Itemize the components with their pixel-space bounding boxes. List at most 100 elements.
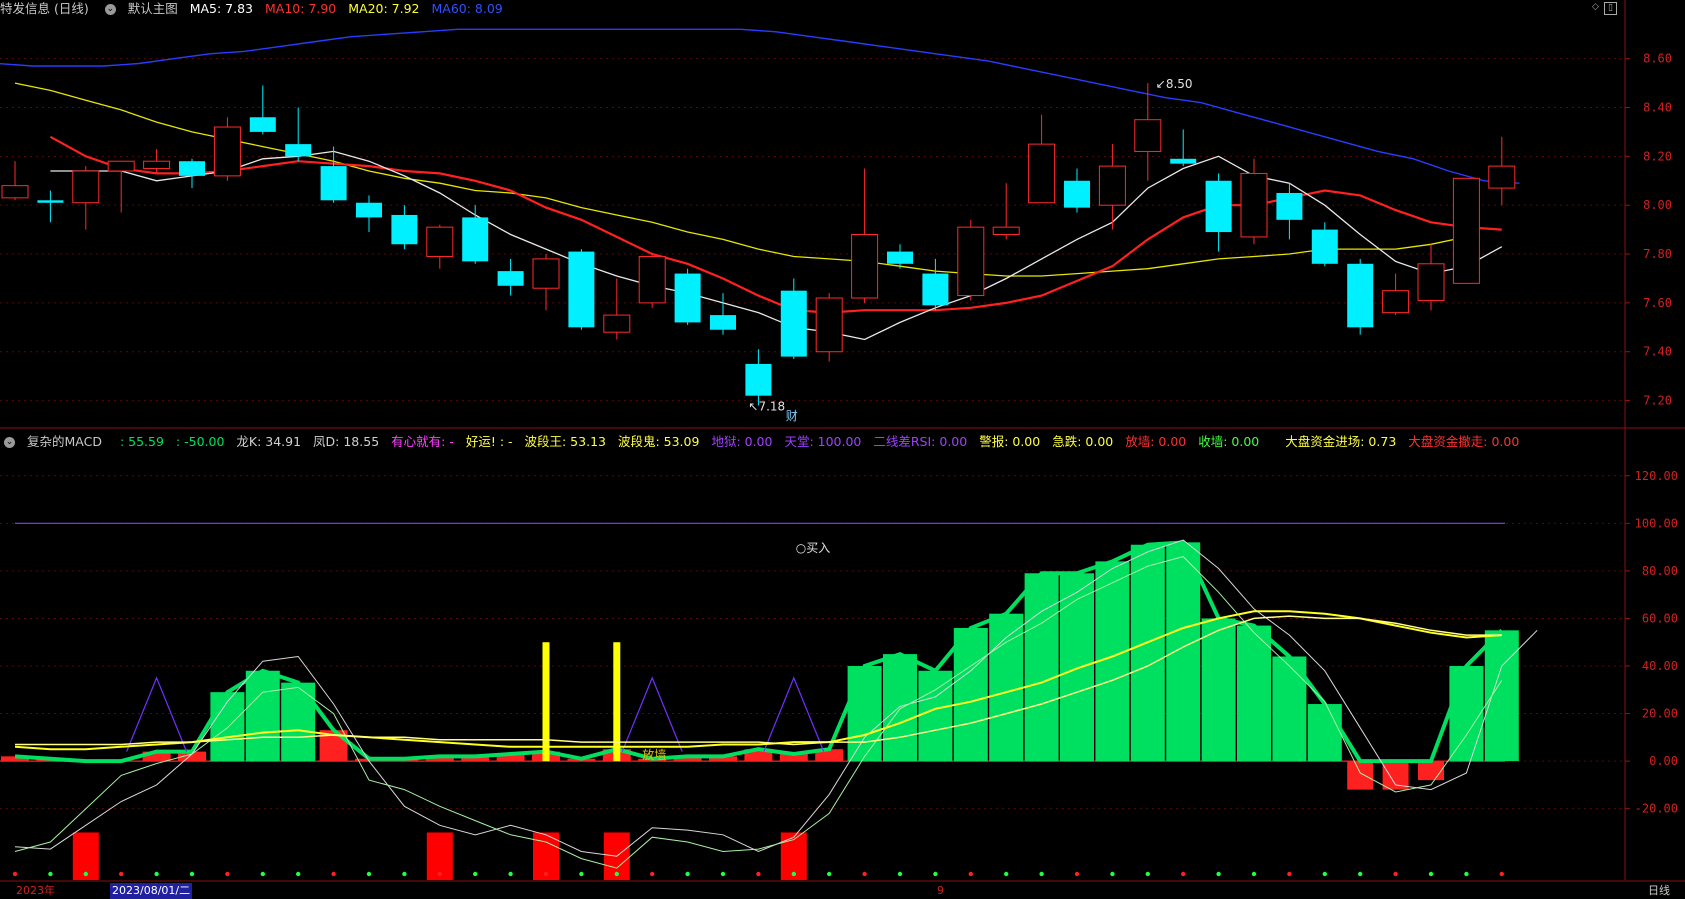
price-tick-label: 8.00 (1643, 198, 1672, 212)
signal-dot (331, 871, 336, 877)
signal-dot (154, 871, 159, 877)
ind-item: : -50.00 (175, 434, 225, 449)
indicator-header: ⌄ 复杂的MACD : 55.59 : -50.00 龙K: 34.91 凤D:… (0, 433, 1527, 451)
ind-item: 龙K: 34.91 (236, 434, 302, 449)
macd-bar (1130, 544, 1165, 762)
candle-body-up (603, 314, 631, 333)
signal-dot (543, 871, 549, 877)
spike-bar (613, 642, 621, 762)
ind-item: 大盘资金进场: 0.73 (1285, 434, 1397, 449)
signal-dot (83, 871, 89, 877)
candle-body-down (1276, 192, 1303, 220)
candle-body-down (320, 166, 347, 201)
candle-body-up (426, 226, 454, 257)
signal-dot (1145, 871, 1151, 877)
period-label[interactable]: 日线 (1648, 883, 1670, 899)
ma60-label: MA60: 8.09 (431, 1, 503, 16)
macd-bar (1418, 761, 1444, 781)
signal-dot (402, 871, 407, 877)
signal-dot (225, 871, 230, 877)
ind-item: 好运! : - (465, 434, 513, 449)
triangle-signal (126, 676, 188, 752)
signal-dot (791, 871, 796, 877)
ind-tick-label: 0.00 (1649, 754, 1678, 768)
candle-body-up (1134, 119, 1162, 152)
ma10-line (49, 135, 1502, 314)
price-tick-label: 7.60 (1643, 296, 1672, 310)
ind-item: 警报: 0.00 (979, 434, 1041, 449)
candle-body-down (887, 251, 913, 264)
macd-bar (1307, 704, 1342, 762)
signal-dot (756, 871, 761, 877)
ind-item: 放墙: 0.00 (1125, 434, 1187, 449)
ind-tick-label: 100.00 (1635, 516, 1678, 530)
diamond-icon[interactable]: ◇ (1590, 2, 1601, 13)
ma5-line (50, 150, 1503, 341)
signal-dot (1499, 871, 1505, 877)
month-marker: 9 (937, 884, 944, 897)
expand-icon[interactable]: ▯ (1604, 2, 1617, 15)
signal-dot (1358, 871, 1363, 877)
signal-dot (48, 871, 53, 877)
candle-body-down (1170, 158, 1197, 164)
signal-dot (862, 871, 867, 877)
ind-item: 大盘资金撤走: 0.00 (1408, 434, 1520, 449)
macd-bar (1060, 573, 1094, 762)
candle-body-up (1382, 290, 1410, 314)
price-tick-label: 8.20 (1643, 149, 1672, 163)
signal-dot (827, 871, 832, 877)
signal-dot (579, 871, 584, 877)
candle-body-down (179, 161, 205, 176)
ind-tick-label: 60.00 (1642, 611, 1678, 625)
price-tick-label: 7.80 (1643, 247, 1672, 261)
spike-bar (542, 642, 550, 762)
signal-dot (296, 871, 301, 877)
signal-dot (1251, 871, 1257, 877)
candle-body-down (674, 273, 701, 323)
triangle-signal (621, 676, 683, 752)
stock-name[interactable]: 特发信息 (日线) (0, 1, 89, 16)
ind-tick-label: 40.00 (1642, 659, 1678, 673)
candle-body-down (1205, 180, 1232, 233)
signal-dot (1216, 871, 1221, 877)
candle-body-up (957, 226, 985, 297)
candle-body-down (922, 273, 949, 306)
candle-body-down (285, 144, 312, 157)
signal-dot (437, 871, 442, 877)
price-tick-label: 7.20 (1643, 394, 1672, 408)
chevron-down-icon[interactable]: ⌄ (4, 437, 15, 448)
ind-tick-label: -20.00 (1635, 802, 1678, 816)
signal-dot (933, 871, 938, 877)
ind-item: 天堂: 100.00 (784, 434, 862, 449)
main-chart-selector[interactable]: 默认主图 (128, 1, 178, 16)
candle-body-up (143, 160, 171, 170)
signal-dot (508, 871, 513, 877)
signal-dot (968, 871, 973, 877)
macd-bar (883, 654, 917, 762)
signal-dot (897, 871, 903, 877)
macd-bar (1201, 618, 1236, 762)
chevron-down-icon[interactable]: ⌄ (104, 4, 116, 15)
finance-marker: 财 (786, 409, 798, 423)
signal-dot (1181, 871, 1186, 877)
candle-body-up (815, 297, 843, 353)
candle-body-down (745, 363, 772, 396)
candle-body-down (1064, 180, 1090, 208)
indicator-name[interactable]: 复杂的MACD (27, 434, 102, 449)
signal-dot (1287, 871, 1292, 877)
signal-dot (119, 871, 124, 877)
candle-body-down (1311, 229, 1338, 264)
price-tick-label: 8.40 (1643, 100, 1672, 114)
signal-dot (12, 871, 18, 877)
candle-body-up (1488, 165, 1516, 189)
low-price-label: ↖7.18 (748, 399, 785, 413)
ind-tick-label: 120.00 (1635, 469, 1678, 483)
signal-dot (189, 871, 195, 877)
macd-bar (1449, 666, 1484, 762)
macd-bar (918, 670, 953, 762)
ind-tick-label: 20.00 (1642, 707, 1678, 721)
macd-bar (1024, 573, 1059, 762)
candle-body-down (462, 217, 489, 262)
ind-item: 二线差RSI: 0.00 (873, 434, 968, 449)
ind-item: 凤D: 18.55 (313, 434, 380, 449)
